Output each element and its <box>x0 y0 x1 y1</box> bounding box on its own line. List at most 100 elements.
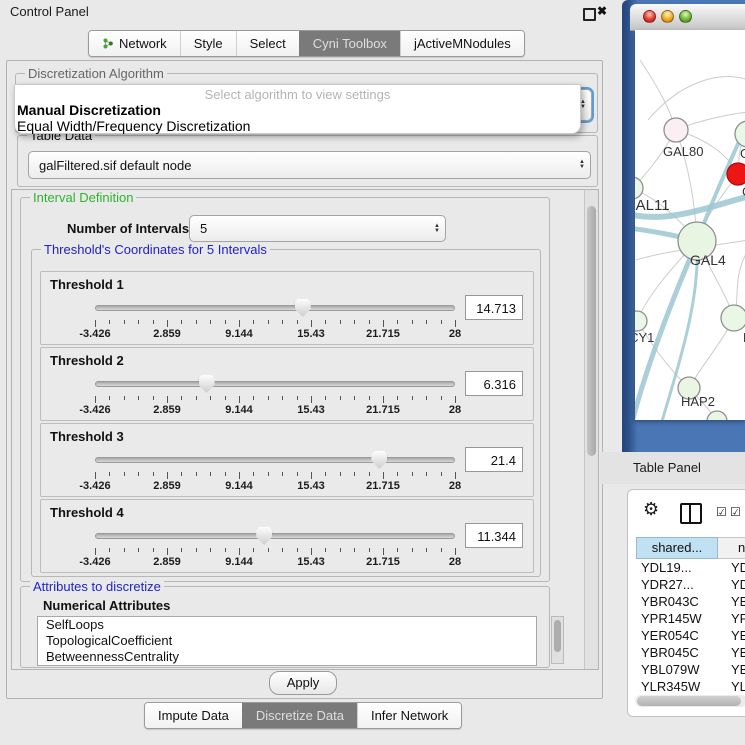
dropdown-option-equal-width[interactable]: Equal Width/Frequency Discretization <box>17 118 250 134</box>
panel-title: Control Panel <box>10 4 89 19</box>
number-of-intervals-spinner[interactable]: 5 ▲▼ <box>189 215 446 242</box>
tab-infer-network[interactable]: Infer Network <box>357 703 461 728</box>
table-cell[interactable]: YDR27... <box>636 576 724 593</box>
table-row[interactable]: YLR345WYLR3 <box>636 678 745 693</box>
tab-cyni-toolbox[interactable]: Cyni Toolbox <box>299 31 400 56</box>
threshold-2-slider[interactable]: -3.4262.8599.14415.4321.71528 <box>95 376 455 418</box>
slider-track[interactable] <box>95 533 455 539</box>
network-window-titlebar[interactable] <box>630 4 745 31</box>
slider-thumb[interactable] <box>199 375 215 393</box>
minimize-traffic-light[interactable] <box>661 10 674 23</box>
table-row[interactable]: YBR045CYBR0 <box>636 644 745 661</box>
tab-discretize-data[interactable]: Discretize Data <box>242 703 357 728</box>
network-node <box>635 177 643 199</box>
tick-mark <box>282 320 283 324</box>
tab-impute-data[interactable]: Impute Data <box>145 703 242 728</box>
table-cell[interactable]: YBR043C <box>636 593 724 610</box>
numerical-attributes-list[interactable]: SelfLoopsTopologicalCoefficientBetweenne… <box>37 616 537 666</box>
table-cell[interactable]: YDL19... <box>636 559 724 576</box>
table-cell[interactable]: YDL1 <box>724 559 745 576</box>
tab-select[interactable]: Select <box>236 31 299 56</box>
tick-mark <box>210 472 211 476</box>
tick-mark <box>455 548 456 555</box>
tick-label: 15.43 <box>297 480 325 492</box>
table-cell[interactable]: YDR2 <box>724 576 745 593</box>
node-label: GAL80 <box>663 144 703 159</box>
tick-mark <box>153 396 154 400</box>
table-cell[interactable]: YLR345W <box>636 678 724 693</box>
table-row[interactable]: YPR145WYPR1 <box>636 610 745 627</box>
column-header-shared-name[interactable]: shared... <box>636 537 718 559</box>
network-canvas[interactable]: GAL80 G GAL11 C GAL4 GCY1 H HAP2 <box>635 30 745 420</box>
tick-mark <box>268 396 269 400</box>
table-data-combobox[interactable]: galFiltered.sif default node ▲▼ <box>28 151 591 179</box>
attribute-list-item[interactable]: SelfLoops <box>38 617 536 633</box>
column-layout-icon[interactable] <box>680 503 702 524</box>
table-cell[interactable]: YBL079W <box>636 661 724 678</box>
gear-icon[interactable]: ⚙ <box>643 499 659 520</box>
group-label: Attributes to discretize <box>30 579 164 594</box>
tick-mark <box>268 548 269 552</box>
scrollbar-thumb[interactable] <box>554 620 561 652</box>
table-cell[interactable]: YPR145W <box>636 610 724 627</box>
tick-mark <box>253 396 254 400</box>
vertical-scrollbar[interactable] <box>584 190 598 669</box>
threshold-value-field[interactable]: 14.713 <box>465 295 523 320</box>
attribute-list-item[interactable]: TopologicalCoefficient <box>38 633 536 649</box>
table-cell[interactable]: YPR1 <box>724 610 745 627</box>
slider-track[interactable] <box>95 305 455 311</box>
tick-mark <box>239 320 240 327</box>
table-cell[interactable]: YBR045C <box>636 644 724 661</box>
table-cell[interactable]: YBR0 <box>724 644 745 661</box>
threshold-1-slider[interactable]: -3.4262.8599.14415.4321.71528 <box>95 300 455 342</box>
table-row[interactable]: YER054CYER0 <box>636 627 745 644</box>
dropdown-option-manual[interactable]: Manual Discretization <box>17 102 161 118</box>
table-row[interactable]: YBR043CYBR0 <box>636 593 745 610</box>
threshold-value-field[interactable]: 11.344 <box>465 523 523 548</box>
apply-button[interactable]: Apply <box>269 671 337 695</box>
tick-label: 2.859 <box>153 328 181 340</box>
column-header-name[interactable]: n <box>718 537 745 559</box>
tab-network[interactable]: Network <box>89 31 180 56</box>
horizontal-scrollbar[interactable] <box>635 695 745 707</box>
tab-style[interactable]: Style <box>180 31 236 56</box>
slider-thumb[interactable] <box>295 299 311 317</box>
algorithm-dropdown-popup: Select algorithm to view settings Manual… <box>14 84 581 134</box>
table-cell[interactable]: YER0 <box>724 627 745 644</box>
threshold-3-slider[interactable]: -3.4262.8599.14415.4321.71528 <box>95 452 455 494</box>
table-cell[interactable]: YBL0 <box>724 661 745 678</box>
tick-mark <box>196 548 197 552</box>
tick-mark <box>109 320 110 324</box>
slider-track[interactable] <box>95 457 455 463</box>
threshold-value-field[interactable]: 6.316 <box>465 371 523 396</box>
zoom-traffic-light[interactable] <box>679 10 692 23</box>
network-node <box>721 305 745 331</box>
table-row[interactable]: YBL079WYBL0 <box>636 661 745 678</box>
table-cell[interactable]: YLR3 <box>724 678 745 693</box>
slider-thumb[interactable] <box>371 451 387 469</box>
spinner-value: 5 <box>190 221 429 236</box>
table-cell[interactable]: YBR0 <box>724 593 745 610</box>
tab-jactivemnodules[interactable]: jActiveMNodules <box>400 31 524 56</box>
close-traffic-light[interactable] <box>643 10 656 23</box>
table-cell[interactable]: YER054C <box>636 627 724 644</box>
scrollbar-thumb[interactable] <box>637 696 741 706</box>
tick-mark <box>455 396 456 403</box>
network-view-window[interactable]: GAL80 G GAL11 C GAL4 GCY1 H HAP2 <box>622 0 745 452</box>
threshold-value-field[interactable]: 21.4 <box>465 447 523 472</box>
close-icon[interactable]: ✖ <box>597 4 607 18</box>
scrollbar-thumb[interactable] <box>587 206 596 456</box>
table-row[interactable]: YDL19...YDL1 <box>636 559 745 576</box>
checkbox-icon[interactable]: ☑ <box>730 505 741 519</box>
slider-thumb[interactable] <box>256 527 272 545</box>
checkbox-icon[interactable]: ☑ <box>716 505 727 519</box>
interval-definition-group: Interval Definition Number of Intervals … <box>20 197 550 582</box>
slider-track[interactable] <box>95 381 455 387</box>
tick-mark <box>397 396 398 400</box>
attribute-list-item[interactable]: BetweennessCentrality <box>38 649 536 665</box>
float-window-icon[interactable] <box>583 8 596 21</box>
table-row[interactable]: YDR27...YDR2 <box>636 576 745 593</box>
threshold-4-slider[interactable]: -3.4262.8599.14415.4321.71528 <box>95 528 455 570</box>
list-scrollbar[interactable] <box>551 616 564 664</box>
tick-mark <box>455 320 456 327</box>
